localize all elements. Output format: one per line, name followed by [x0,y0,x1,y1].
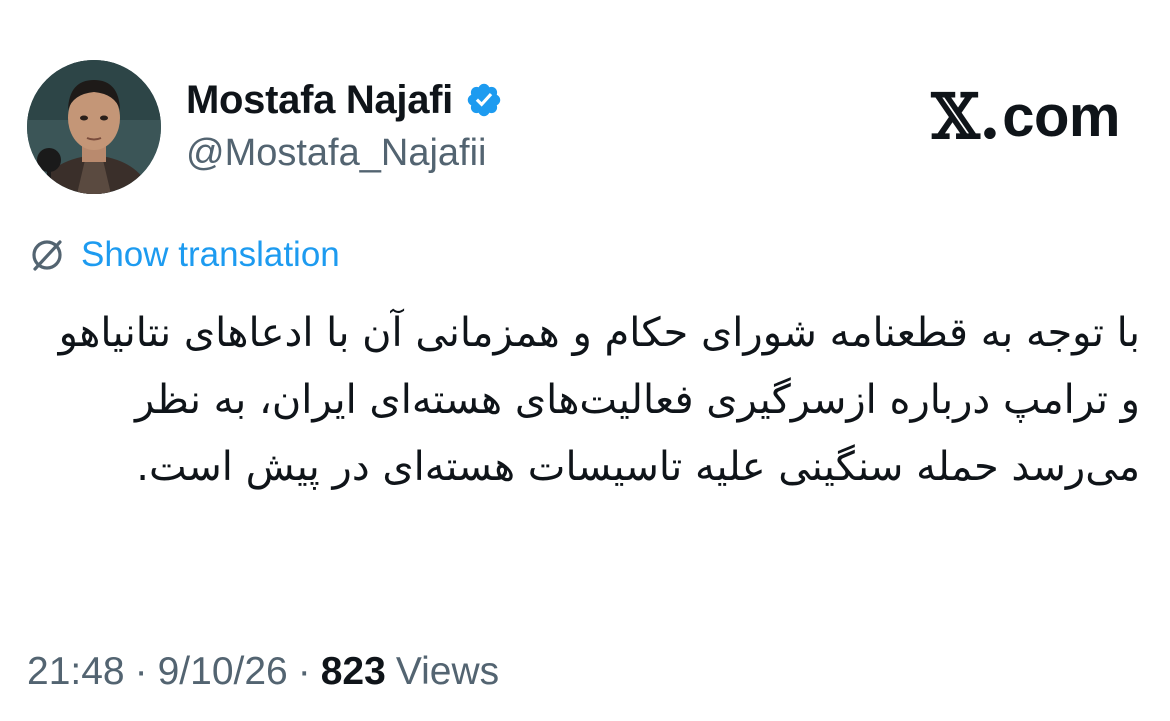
x-logo-icon: 𝕏. [931,80,1001,153]
tweet-text: با توجه به قطعنامه شورای حکام و همزمانی … [58,310,1140,490]
display-name[interactable]: Mostafa Najafi [186,78,453,123]
views-label: Views [395,650,500,693]
tweet-date[interactable]: 9/10/26 [158,650,288,694]
meta-separator: · [134,650,148,693]
avatar-photo [27,60,161,194]
views-count: 823 [320,650,386,693]
verified-badge-icon[interactable] [465,81,503,119]
show-translation-link[interactable]: Show translation [81,235,340,275]
x-com-logo: 𝕏. com [931,80,1121,153]
author-name-row[interactable]: Mostafa Najafi [186,74,503,126]
tweet-meta: 21:48 · 9/10/26 · 823 Views [27,650,499,694]
author-avatar[interactable] [27,60,161,194]
logo-domain-text: com [1002,84,1120,149]
meta-separator: · [297,650,311,693]
author-handle[interactable]: @Mostafa_Najafii [186,132,486,175]
translation-row[interactable]: Show translation [27,233,340,277]
translate-globe-icon [32,240,62,271]
tweet-time[interactable]: 21:48 [27,650,125,694]
